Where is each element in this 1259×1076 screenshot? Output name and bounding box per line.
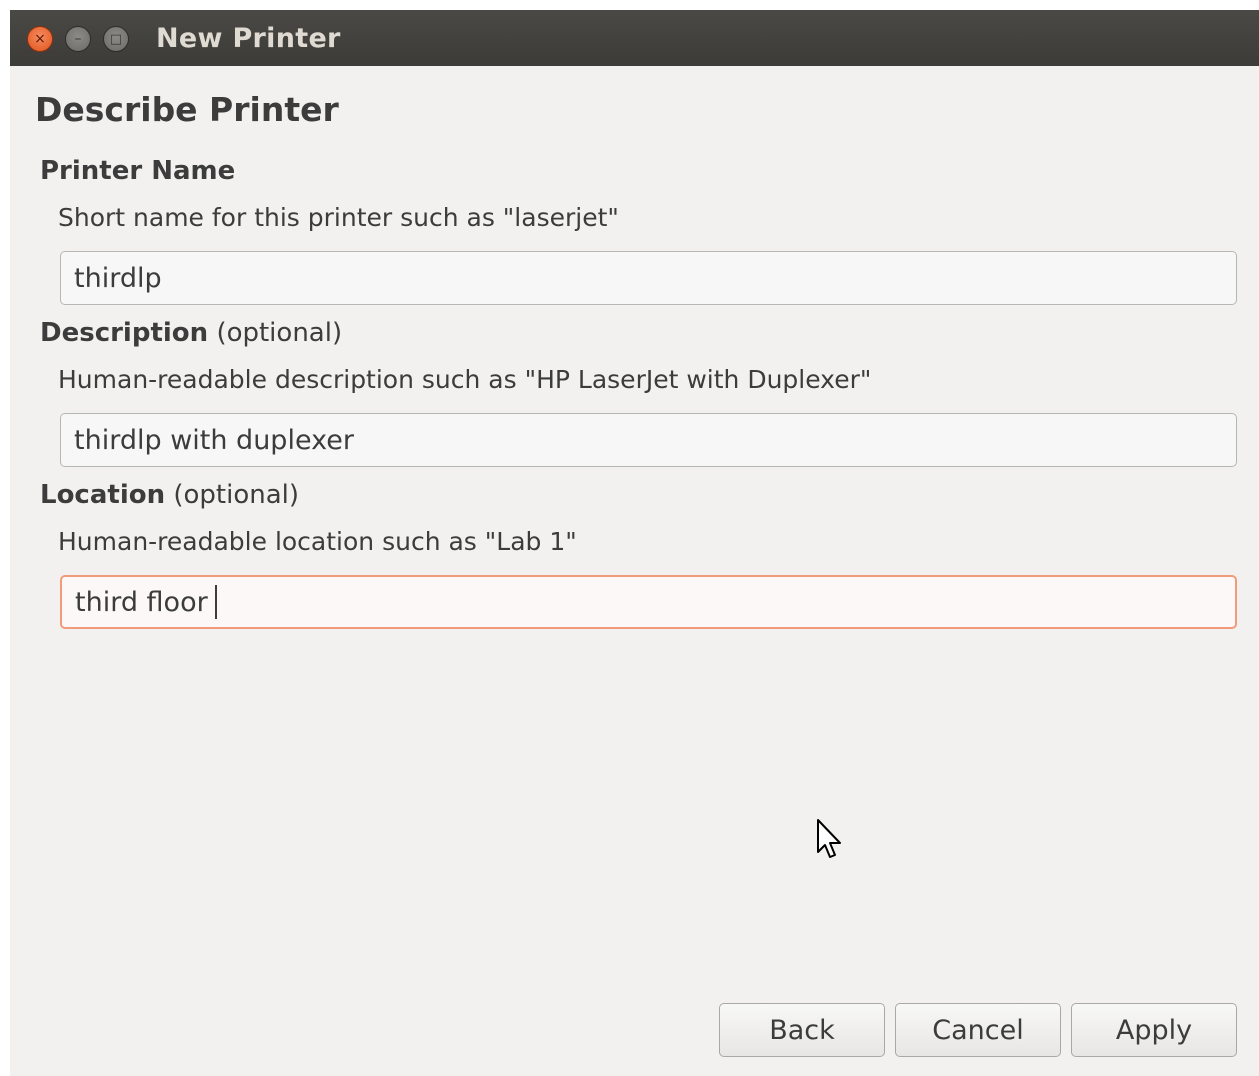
location-label: Location (optional) (40, 480, 299, 510)
maximize-icon: □ (109, 31, 123, 47)
printer-name-input[interactable] (60, 251, 1237, 305)
description-label-text: Description (40, 318, 209, 348)
window-title: New Printer (156, 23, 341, 54)
printer-name-hint: Short name for this printer such as "las… (58, 203, 619, 232)
printer-name-label: Printer Name (40, 156, 235, 186)
location-hint: Human-readable location such as "Lab 1" (58, 527, 577, 556)
minimize-icon: – (74, 31, 82, 47)
location-label-text: Location (40, 480, 166, 510)
printer-name-label-text: Printer Name (40, 156, 236, 186)
back-button[interactable]: Back (719, 1003, 885, 1057)
title-bar[interactable]: × – □ New Printer (10, 10, 1259, 66)
close-icon: × (34, 31, 46, 47)
minimize-window-button[interactable]: – (65, 26, 91, 52)
location-optional-text: (optional) (173, 480, 300, 510)
new-printer-window: × – □ New Printer Describe Printer Print… (10, 10, 1259, 1076)
maximize-window-button[interactable]: □ (103, 26, 129, 52)
cancel-button[interactable]: Cancel (895, 1003, 1061, 1057)
description-optional-text: (optional) (216, 318, 343, 348)
description-input[interactable] (60, 413, 1237, 467)
text-caret (215, 585, 217, 619)
description-label: Description (optional) (40, 318, 342, 348)
close-window-button[interactable]: × (27, 26, 53, 52)
apply-button[interactable]: Apply (1071, 1003, 1237, 1057)
mouse-pointer-icon (817, 819, 841, 858)
location-input[interactable] (60, 575, 1237, 629)
page-heading: Describe Printer (35, 90, 339, 129)
description-hint: Human-readable description such as "HP L… (58, 365, 872, 394)
